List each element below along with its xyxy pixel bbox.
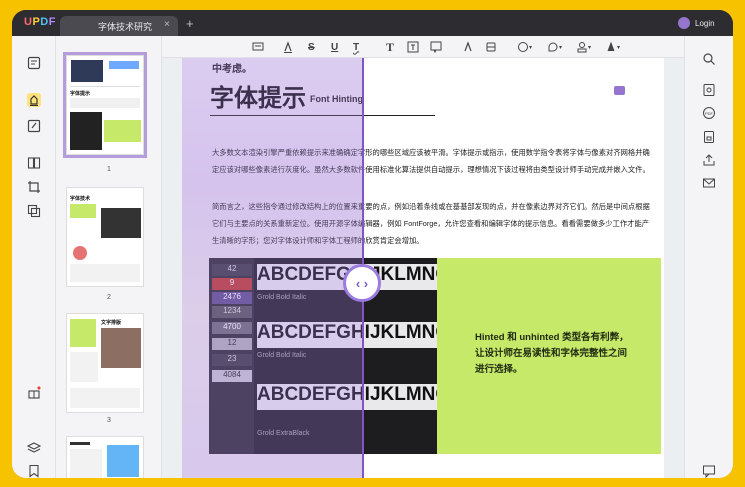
signature-icon[interactable]: ▾ [605, 40, 620, 54]
thumbnail-number-2: 2 [107, 294, 111, 301]
eraser-icon[interactable] [485, 40, 497, 54]
squiggly-icon[interactable]: T [353, 40, 359, 54]
thumbnail-panel: 字体提示 1 字体技术 2 文字排版 3 [56, 36, 162, 478]
thumbnail-number-1: 1 [107, 166, 111, 173]
text-icon[interactable]: T [386, 40, 394, 54]
underline-icon[interactable]: U [331, 40, 338, 54]
textbox-icon[interactable] [407, 40, 419, 54]
stamp-icon[interactable]: ▾ [576, 40, 591, 54]
text-callout-icon[interactable] [430, 40, 442, 54]
protect-icon[interactable] [702, 130, 716, 144]
edit-icon[interactable] [27, 119, 41, 133]
callout-box: Hinted 和 unhinted 类型各有利弊，让设计师在易读性和字体完整性之… [437, 258, 661, 454]
new-tab-button[interactable]: + [186, 16, 194, 31]
search-icon[interactable] [702, 52, 716, 66]
updf-logo: UPDF [24, 16, 56, 28]
login-button[interactable]: Login [678, 16, 715, 30]
right-tool-rail: PDF [684, 36, 733, 478]
pdf-page: 中考虑。 字体提示 Font Hinting 大多数文本渲染引擎严重依赖提示来准… [182, 58, 664, 478]
document-tab[interactable]: 字体技术研究 × [60, 16, 178, 36]
app-window: UPDF 字体技术研究 × + Login 字体提示 1 字体技术 2 文字排版… [12, 10, 733, 478]
ocr-icon[interactable] [702, 83, 716, 97]
crop-icon[interactable] [27, 180, 41, 194]
document-area: S U T T ▾ ▾ ▾ ▾ 中考虑。 字体提示 Font Hinting 大… [162, 36, 684, 478]
comments-icon[interactable] [702, 464, 716, 478]
highlighter-icon[interactable] [27, 93, 41, 107]
avatar [678, 17, 690, 29]
mail-icon[interactable] [702, 176, 716, 190]
compare-overlay [182, 58, 362, 478]
reader-icon[interactable] [27, 56, 41, 70]
bookmark-icon[interactable] [27, 464, 41, 478]
thumbnail-page-3[interactable]: 文字排版 [66, 313, 144, 413]
highlight-icon[interactable] [282, 40, 294, 54]
comment-marker-icon[interactable] [614, 86, 625, 95]
workspace: 字体提示 1 字体技术 2 文字排版 3 S U T T ▾ ▾ ▾ ▾ 中考虑… [12, 36, 733, 478]
title-bar: UPDF 字体技术研究 × + Login [12, 10, 733, 36]
sticker-icon[interactable]: ▾ [547, 40, 562, 54]
thumbnail-number-3: 3 [107, 417, 111, 424]
strikethrough-icon[interactable]: S [308, 40, 315, 54]
tab-close-icon[interactable]: × [164, 19, 170, 30]
svg-text:PDF: PDF [705, 111, 714, 116]
comment-icon[interactable] [252, 40, 264, 54]
thumbnail-page-1[interactable]: 字体提示 [63, 52, 147, 158]
organize-icon[interactable] [27, 156, 41, 170]
layers-icon[interactable] [27, 441, 41, 455]
shape-icon[interactable]: ▾ [517, 40, 532, 54]
convert-icon[interactable] [27, 204, 41, 218]
callout-text: Hinted 和 unhinted 类型各有利弊，让设计师在易读性和字体完整性之… [475, 332, 629, 375]
login-label: Login [695, 18, 715, 28]
thumbnail-page-2[interactable]: 字体技术 [66, 187, 144, 287]
thumbnail-page-4[interactable] [66, 436, 144, 478]
left-tool-rail [12, 36, 56, 478]
pencil-icon[interactable] [462, 40, 474, 54]
pdf-a-icon[interactable]: PDF [702, 106, 716, 120]
tab-title: 字体技术研究 [98, 22, 153, 32]
gift-icon[interactable] [27, 386, 41, 400]
annotation-toolbar: S U T T ▾ ▾ ▾ ▾ [162, 36, 684, 58]
share-icon[interactable] [702, 153, 716, 167]
compare-slider-handle[interactable]: ‹ › [343, 264, 381, 302]
